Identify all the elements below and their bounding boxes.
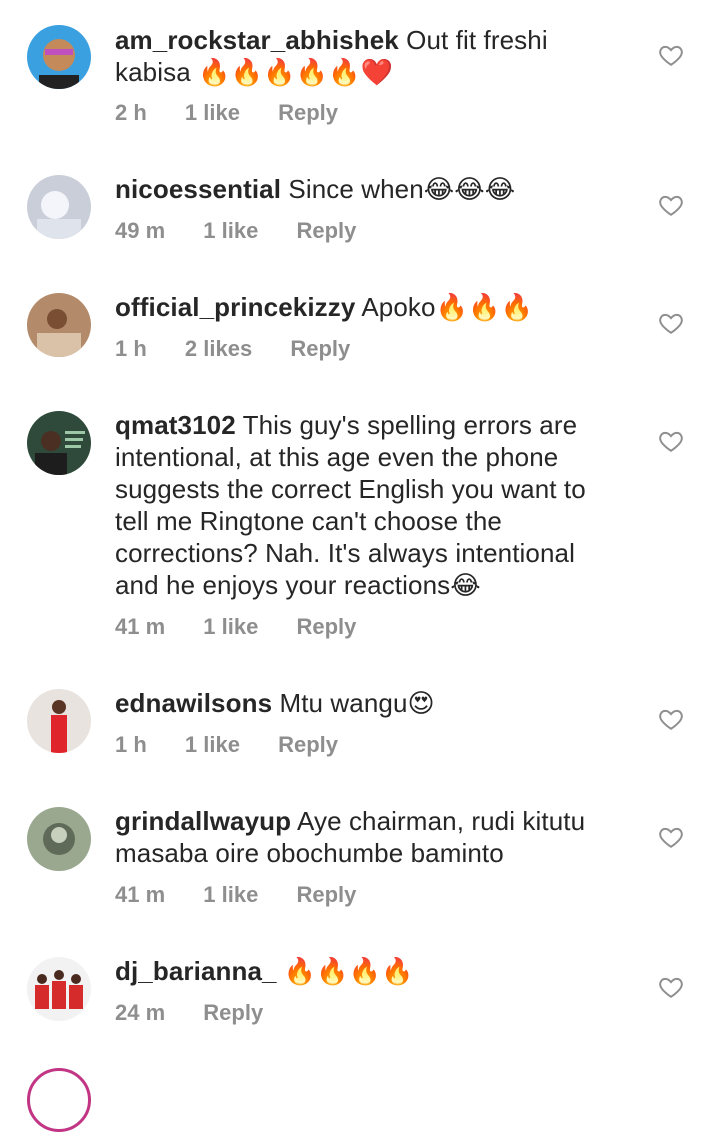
heart-outline-icon[interactable]: [658, 192, 684, 218]
comment-likes[interactable]: 1 like: [203, 882, 258, 907]
avatar[interactable]: [27, 25, 91, 89]
reply-button[interactable]: Reply: [278, 100, 338, 125]
comment-text-block: grindallwayup Aye chairman, rudi kitutu …: [115, 805, 615, 869]
comment-time: 41 m: [115, 614, 166, 639]
heart-outline-icon[interactable]: [658, 310, 684, 336]
avatar[interactable]: [27, 957, 91, 1021]
comment-time: 2 h: [115, 100, 147, 125]
comment-text-block: nicoessential Since when😂😂😂: [115, 173, 615, 205]
comment-username[interactable]: nicoessential: [115, 174, 281, 204]
comment-time: 41 m: [115, 882, 166, 907]
comment-meta: 2 h 1 like Reply: [115, 100, 370, 126]
avatar-partial[interactable]: [27, 1068, 91, 1132]
reply-button[interactable]: Reply: [278, 732, 338, 757]
comment-time: 1 h: [115, 336, 147, 361]
heart-outline-icon[interactable]: [658, 974, 684, 1000]
avatar[interactable]: [27, 807, 91, 871]
avatar[interactable]: [27, 689, 91, 753]
comment-meta: 41 m 1 like Reply: [115, 614, 388, 640]
reply-button[interactable]: Reply: [203, 1000, 263, 1025]
reply-button[interactable]: Reply: [296, 882, 356, 907]
comment-meta: 41 m 1 like Reply: [115, 882, 388, 908]
comment-text-block: ednawilsons Mtu wangu😍: [115, 687, 615, 719]
reply-button[interactable]: Reply: [296, 218, 356, 243]
comment-likes[interactable]: 1 like: [203, 218, 258, 243]
comment-text-block: am_rockstar_abhishek Out fit freshi kabi…: [115, 24, 615, 88]
heart-outline-icon[interactable]: [658, 428, 684, 454]
reply-button[interactable]: Reply: [296, 614, 356, 639]
comment-likes[interactable]: 1 like: [203, 614, 258, 639]
reply-button[interactable]: Reply: [290, 336, 350, 361]
comment-username[interactable]: dj_barianna_: [115, 956, 277, 986]
comment-text-block: dj_barianna_ 🔥🔥🔥🔥: [115, 955, 615, 987]
comment-time: 1 h: [115, 732, 147, 757]
comment-text-block: qmat3102 This guy's spelling errors are …: [115, 409, 615, 601]
comment-likes[interactable]: 2 likes: [185, 336, 252, 361]
comment-meta: 24 m Reply: [115, 1000, 295, 1026]
avatar[interactable]: [27, 175, 91, 239]
comment-body: Mtu wangu😍: [279, 688, 435, 718]
heart-outline-icon[interactable]: [658, 42, 684, 68]
comment-meta: 49 m 1 like Reply: [115, 218, 388, 244]
heart-outline-icon[interactable]: [658, 824, 684, 850]
comment-time: 49 m: [115, 218, 166, 243]
comment-text-block: official_princekizzy Apoko🔥🔥🔥: [115, 291, 615, 323]
comment-time: 24 m: [115, 1000, 166, 1025]
comment-likes[interactable]: 1 like: [185, 732, 240, 757]
comment-meta: 1 h 1 like Reply: [115, 732, 370, 758]
comment-username[interactable]: qmat3102: [115, 410, 236, 440]
comment-username[interactable]: grindallwayup: [115, 806, 291, 836]
comment-body: Since when😂😂😂: [288, 174, 516, 204]
comment-username[interactable]: ednawilsons: [115, 688, 272, 718]
comment-username[interactable]: am_rockstar_abhishek: [115, 25, 399, 55]
comment-username[interactable]: official_princekizzy: [115, 292, 355, 322]
avatar[interactable]: [27, 411, 91, 475]
comment-meta: 1 h 2 likes Reply: [115, 336, 382, 362]
comment-body: 🔥🔥🔥🔥: [283, 956, 414, 986]
comment-body: Apoko🔥🔥🔥: [361, 292, 533, 322]
comment-likes[interactable]: 1 like: [185, 100, 240, 125]
avatar[interactable]: [27, 293, 91, 357]
heart-outline-icon[interactable]: [658, 706, 684, 732]
